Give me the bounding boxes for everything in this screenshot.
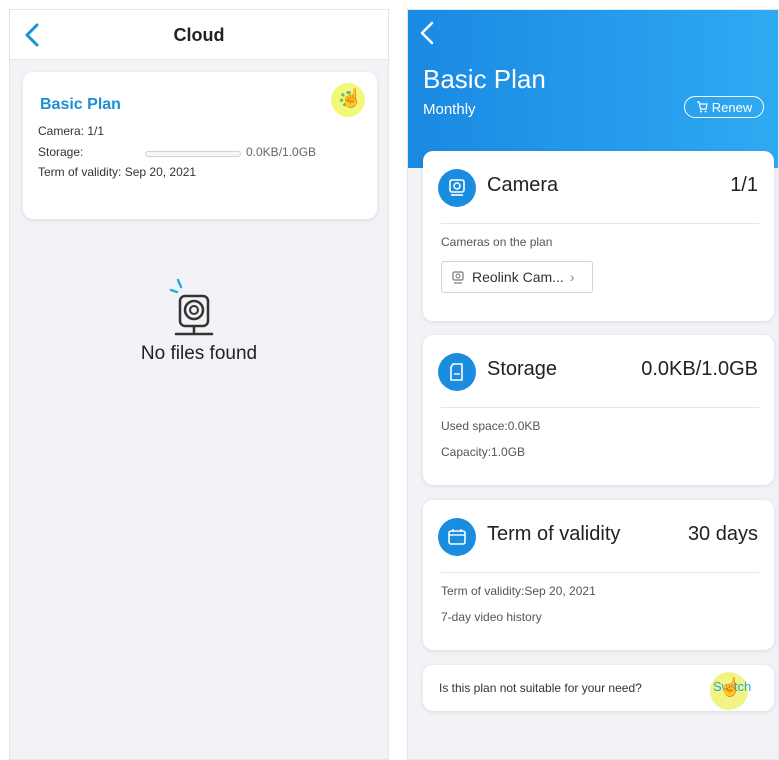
camera-small-icon bbox=[452, 270, 464, 284]
pointer-hand-icon: ☝ bbox=[719, 677, 742, 697]
storage-icon-circle bbox=[438, 353, 476, 391]
page-title: Cloud bbox=[173, 25, 225, 45]
storage-value: 0.0KB/1.0GB bbox=[246, 145, 317, 159]
chevron-right-icon: › bbox=[569, 269, 575, 285]
calendar-icon bbox=[448, 529, 466, 545]
nav-bar: Cloud bbox=[10, 10, 388, 60]
capacity-text: Capacity:1.0GB bbox=[441, 445, 526, 459]
plan-period: Monthly bbox=[423, 101, 476, 118]
pointer-hand-icon: ☝ bbox=[340, 88, 363, 108]
storage-label: Storage: bbox=[38, 145, 84, 159]
calendar-icon-circle bbox=[438, 518, 476, 556]
camera-chip-label: Reolink Cam... bbox=[472, 269, 564, 285]
switch-plan-bar: Is this plan not suitable for your need?… bbox=[423, 665, 774, 711]
camera-card: Camera 1/1 Cameras on the plan Reolink C… bbox=[423, 151, 774, 321]
used-space-text: Used space:0.0KB bbox=[441, 419, 541, 433]
renew-label: Renew bbox=[711, 99, 753, 115]
back-arrow-icon[interactable] bbox=[416, 18, 440, 48]
camera-chip[interactable]: Reolink Cam... › bbox=[441, 261, 593, 293]
validity-label: Term of validity: bbox=[38, 165, 122, 179]
storage-total-value: 0.0KB/1.0GB bbox=[641, 358, 758, 380]
plan-detail-panel: Basic Plan Monthly Renew Camera 1/1 Came… bbox=[407, 9, 779, 760]
camera-row: Camera: 1/1 bbox=[38, 124, 104, 138]
divider bbox=[441, 572, 759, 573]
renew-button[interactable]: Renew bbox=[684, 96, 764, 118]
camera-count: 1/1 bbox=[730, 174, 758, 196]
plan-card[interactable]: Basic Plan Camera: 1/1 Storage: 0.0KB/1.… bbox=[23, 72, 377, 219]
switch-question: Is this plan not suitable for your need? bbox=[439, 681, 642, 695]
camera-icon-circle bbox=[438, 169, 476, 207]
camera-icon bbox=[449, 179, 465, 196]
sd-card-icon bbox=[450, 363, 463, 381]
plan-title: Basic Plan bbox=[423, 64, 546, 94]
camera-empty-icon bbox=[169, 278, 214, 336]
validity-days: 30 days bbox=[687, 523, 758, 545]
camera-title: Camera bbox=[487, 174, 559, 196]
cloud-panel: Cloud Basic Plan Camera: 1/1 Storage: 0.… bbox=[9, 9, 389, 760]
camera-value: 1/1 bbox=[87, 124, 105, 138]
divider bbox=[441, 223, 759, 224]
plan-name: Basic Plan bbox=[40, 96, 121, 113]
validity-date-text: Term of validity:Sep 20, 2021 bbox=[441, 584, 596, 598]
settings-button[interactable]: ☝ bbox=[331, 83, 365, 117]
divider bbox=[441, 407, 759, 408]
empty-state-text: No files found bbox=[140, 343, 258, 364]
validity-value: Sep 20, 2021 bbox=[124, 165, 197, 179]
validity-row: Term of validity: Sep 20, 2021 bbox=[38, 165, 196, 179]
validity-title: Term of validity bbox=[487, 523, 621, 545]
camera-label: Camera: bbox=[38, 124, 85, 138]
storage-title: Storage bbox=[487, 358, 558, 380]
video-history-text: 7-day video history bbox=[441, 610, 542, 624]
validity-card: Term of validity 30 days Term of validit… bbox=[423, 500, 774, 650]
storage-progress-bar bbox=[145, 151, 241, 157]
cameras-on-plan-caption: Cameras on the plan bbox=[441, 235, 553, 249]
plan-header: Basic Plan Monthly Renew bbox=[408, 10, 778, 168]
storage-card: Storage 0.0KB/1.0GB Used space:0.0KB Cap… bbox=[423, 335, 774, 485]
cart-icon bbox=[696, 101, 708, 113]
